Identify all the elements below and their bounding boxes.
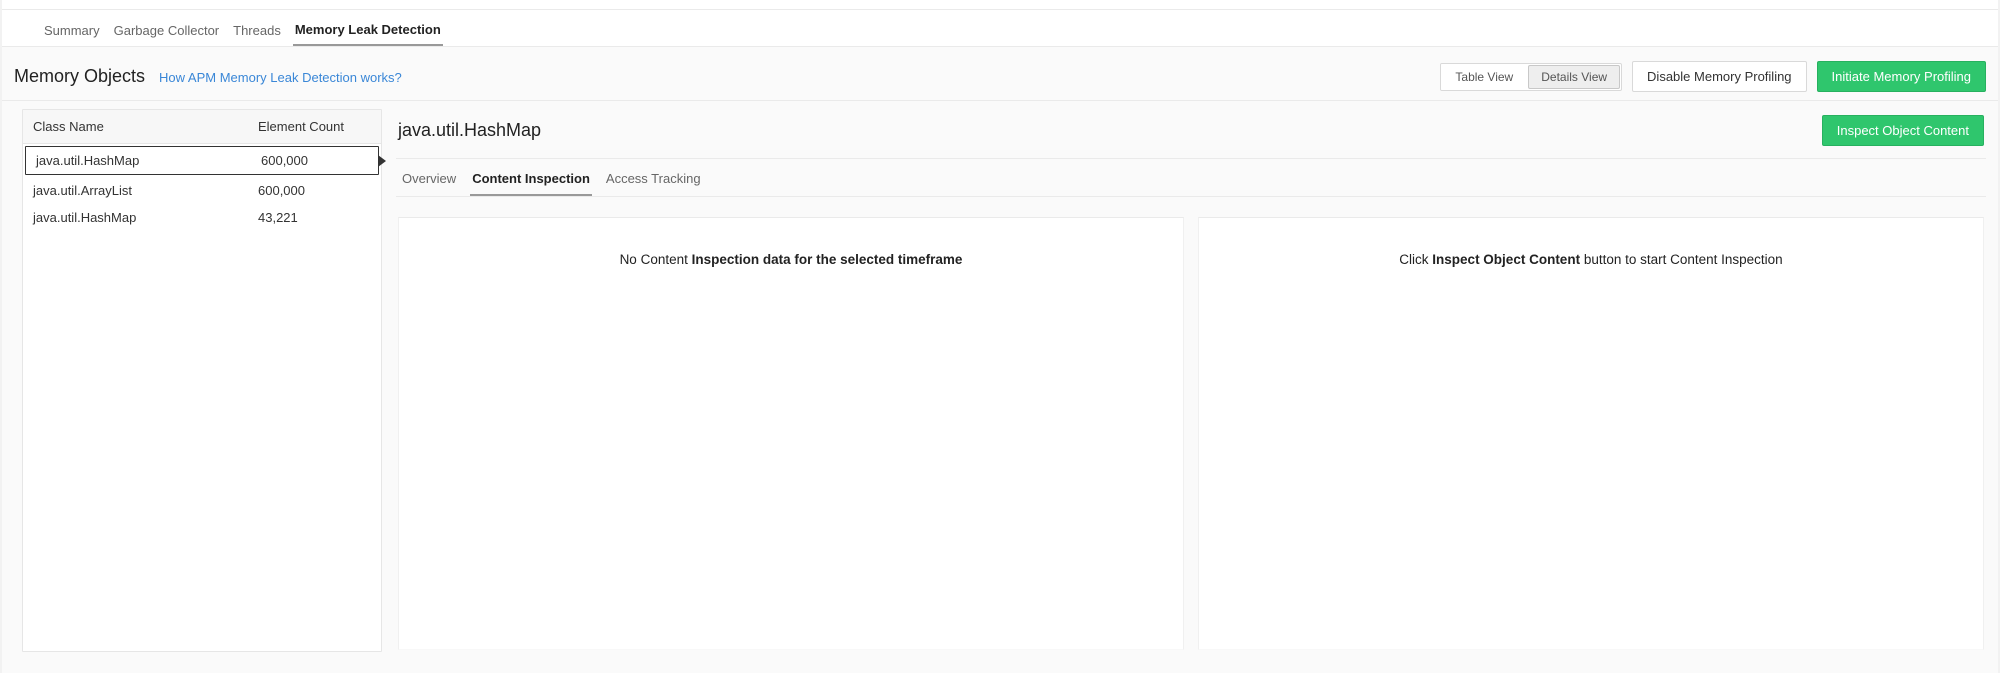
table-header-row: Class Name Element Count — [23, 110, 381, 144]
detail-tabs: Overview Content Inspection Access Track… — [396, 158, 1986, 197]
detail-header: java.util.HashMap Inspect Object Content — [396, 109, 1986, 158]
empty-state-message: No Content Inspection data for the selec… — [399, 218, 1183, 267]
cell-class-name: java.util.ArrayList — [23, 177, 248, 204]
page-title: Memory Objects — [14, 66, 145, 87]
content-inspection-empty-panel: No Content Inspection data for the selec… — [398, 217, 1184, 650]
view-toggle-details[interactable]: Details View — [1528, 65, 1620, 89]
help-link[interactable]: How APM Memory Leak Detection works? — [159, 70, 402, 85]
column-header-element-count[interactable]: Element Count — [248, 110, 381, 143]
page-header: Memory Objects How APM Memory Leak Detec… — [2, 47, 1998, 101]
tab-summary[interactable]: Summary — [42, 19, 102, 45]
window-top-border — [2, 0, 1998, 10]
view-toggle-table[interactable]: Table View — [1441, 64, 1527, 90]
msg-bold: Inspect Object Content — [1432, 252, 1580, 267]
cell-element-count: 600,000 — [251, 147, 378, 174]
content-area: Class Name Element Count java.util.HashM… — [2, 101, 1998, 664]
column-header-class-name[interactable]: Class Name — [23, 110, 248, 143]
inspect-hint-panel: Click Inspect Object Content button to s… — [1198, 217, 1984, 650]
detail-title: java.util.HashMap — [398, 120, 541, 141]
detail-tab-overview[interactable]: Overview — [400, 167, 458, 196]
memory-objects-table: Class Name Element Count java.util.HashM… — [22, 109, 382, 652]
table-row[interactable]: java.util.HashMap 43,221 — [23, 204, 381, 231]
inspect-object-content-button[interactable]: Inspect Object Content — [1822, 115, 1984, 146]
tab-memory-leak-detection[interactable]: Memory Leak Detection — [293, 18, 443, 46]
initiate-memory-profiling-button[interactable]: Initiate Memory Profiling — [1817, 61, 1986, 92]
detail-tab-access-tracking[interactable]: Access Tracking — [604, 167, 703, 196]
tab-garbage-collector[interactable]: Garbage Collector — [112, 19, 222, 45]
detail-panels: No Content Inspection data for the selec… — [396, 197, 1986, 652]
msg-suffix: button to start Content Inspection — [1580, 252, 1783, 267]
view-toggle: Table View Details View — [1440, 63, 1622, 91]
detail-pane: java.util.HashMap Inspect Object Content… — [396, 109, 1986, 652]
cell-element-count: 600,000 — [248, 177, 381, 204]
top-tabs: Summary Garbage Collector Threads Memory… — [2, 10, 1998, 47]
cell-class-name: java.util.HashMap — [26, 147, 251, 174]
cell-element-count: 43,221 — [248, 204, 381, 231]
table-row[interactable]: java.util.HashMap 600,000 — [25, 146, 379, 175]
disable-memory-profiling-button[interactable]: Disable Memory Profiling — [1632, 61, 1807, 92]
tab-threads[interactable]: Threads — [231, 19, 283, 45]
detail-tab-content-inspection[interactable]: Content Inspection — [470, 167, 592, 196]
cell-class-name: java.util.HashMap — [23, 204, 248, 231]
msg-prefix: No Content — [620, 252, 692, 267]
msg-bold: Inspection data for the selected timefra… — [692, 252, 963, 267]
table-body: java.util.HashMap 600,000 java.util.Arra… — [23, 146, 381, 231]
msg-prefix: Click — [1399, 252, 1432, 267]
table-row[interactable]: java.util.ArrayList 600,000 — [23, 177, 381, 204]
hint-message: Click Inspect Object Content button to s… — [1199, 218, 1983, 267]
